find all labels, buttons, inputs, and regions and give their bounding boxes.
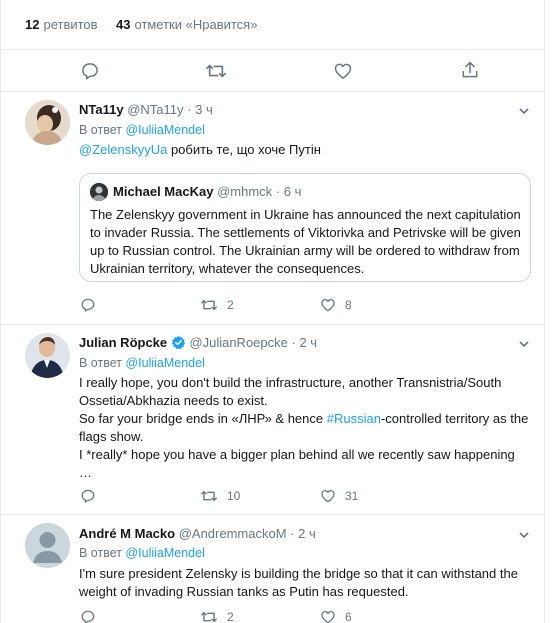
reply-action[interactable] (80, 488, 105, 504)
reply-action[interactable] (80, 297, 105, 313)
mention-link[interactable]: @ZelenskyyUa (79, 142, 167, 157)
retweets-count: 12 (25, 17, 40, 32)
like-action[interactable]: 8 (320, 297, 352, 313)
avatar[interactable] (25, 100, 70, 145)
tweet-header: André M Macko @AndremmackoM · 2 ч (79, 526, 316, 541)
reply-icon[interactable] (80, 61, 100, 81)
reply-tweet[interactable]: Julian Röpcke @JulianRoepcke · 2 ч В отв… (1, 325, 544, 515)
reply-context: В ответ @IuliiaMendel (79, 356, 205, 370)
share-icon[interactable] (460, 60, 480, 80)
tweet-text: @ZelenskyyUa робить те, що хоче Путін (79, 141, 529, 159)
retweet-icon (200, 488, 218, 504)
tweet-text: I'm sure president Zelensky is building … (79, 566, 518, 599)
likes-label: отметки «Нравится» (134, 17, 258, 32)
tweet-line-part: So far your bridge ends in «ЛНР» & hence (79, 411, 327, 426)
conversation-column: 12 ретвитов 43 отметки «Нравится» NTa11y… (0, 0, 545, 623)
like-action[interactable]: 31 (320, 488, 358, 504)
retweet-action[interactable]: 10 (200, 488, 240, 504)
like-icon[interactable] (333, 61, 353, 81)
like-icon (320, 609, 336, 623)
separator: · (187, 102, 192, 117)
reply-to-link[interactable]: @IuliiaMendel (125, 356, 204, 370)
retweets-stat[interactable]: 12 ретвитов (25, 17, 98, 32)
avatar[interactable] (25, 523, 70, 568)
likes-stat[interactable]: 43 отметки «Нравится» (116, 17, 257, 32)
tweet-text-content: робить те, що хоче Путін (167, 142, 321, 157)
display-name[interactable]: Julian Röpcke (79, 335, 167, 350)
avatar[interactable] (25, 333, 70, 378)
like-count: 8 (345, 298, 352, 312)
reply-icon (80, 488, 96, 504)
hashtag-link[interactable]: #Russian (327, 411, 381, 426)
reply-to-link[interactable]: @IuliiaMendel (125, 546, 204, 560)
retweet-icon[interactable] (205, 61, 227, 81)
retweet-count: 2 (227, 610, 234, 623)
quoted-tweet[interactable]: Michael MacKay @mhmck · 6 ч The Zelensky… (79, 173, 531, 282)
main-tweet-actions (1, 50, 544, 92)
quoted-timestamp: 6 ч (283, 184, 302, 199)
like-icon (320, 488, 336, 504)
like-count: 31 (345, 489, 359, 503)
retweet-action[interactable]: 2 (200, 297, 234, 313)
retweet-count: 2 (227, 298, 234, 312)
verified-badge-icon (171, 335, 186, 350)
retweets-label: ретвитов (43, 17, 98, 32)
separator: · (291, 335, 296, 350)
reply-prefix: В ответ (79, 546, 122, 560)
quoted-display-name: Michael MacKay (113, 184, 214, 199)
user-handle[interactable]: @NTa11y (127, 102, 183, 117)
separator: · (275, 184, 281, 199)
retweet-icon (200, 297, 218, 313)
display-name[interactable]: André M Macko (79, 526, 175, 541)
tweet-line: I *really* hope you have a bigger plan b… (79, 447, 515, 480)
reply-tweet[interactable]: NTa11y @NTa11y · 3 ч В ответ @IuliiaMend… (1, 92, 544, 325)
reply-icon (80, 609, 96, 623)
retweet-icon (200, 609, 218, 623)
chevron-down-icon[interactable] (518, 105, 530, 117)
tweet-text: I really hope, you don't build the infra… (79, 374, 529, 482)
reply-action[interactable] (80, 609, 105, 623)
like-count: 6 (345, 610, 352, 623)
quoted-avatar (90, 183, 108, 201)
display-name[interactable]: NTa11y (79, 102, 124, 117)
reply-icon (80, 297, 96, 313)
quoted-handle: @mhmck (217, 184, 273, 199)
likes-count: 43 (116, 17, 131, 32)
tweet-line: So far your bridge ends in «ЛНР» & hence… (79, 410, 529, 446)
user-handle[interactable]: @JulianRoepcke (189, 335, 287, 350)
reply-prefix: В ответ (79, 123, 122, 137)
like-action[interactable]: 6 (320, 609, 352, 623)
reply-to-link[interactable]: @IuliiaMendel (125, 123, 204, 137)
timestamp[interactable]: 3 ч (195, 102, 213, 117)
chevron-down-icon[interactable] (518, 529, 530, 541)
tweet-header: NTa11y @NTa11y · 3 ч (79, 102, 213, 117)
retweet-count: 10 (227, 489, 241, 503)
separator: · (290, 526, 295, 541)
reply-context: В ответ @IuliiaMendel (79, 123, 205, 137)
user-handle[interactable]: @AndremmackoM (179, 526, 287, 541)
quoted-text: The Zelenskyy government in Ukraine has … (90, 207, 521, 276)
chevron-down-icon[interactable] (518, 338, 530, 350)
reply-context: В ответ @IuliiaMendel (79, 546, 205, 560)
quoted-header: Michael MacKay @mhmck · 6 ч (113, 184, 301, 199)
tweet-line: I really hope, you don't build the infra… (79, 375, 502, 408)
retweet-action[interactable]: 2 (200, 609, 234, 623)
reply-tweet[interactable]: André M Macko @AndremmackoM · 2 ч В отве… (1, 515, 544, 623)
tweet-stats: 12 ретвитов 43 отметки «Нравится» (1, 0, 544, 50)
tweet-header: Julian Röpcke @JulianRoepcke · 2 ч (79, 335, 317, 350)
like-icon (320, 297, 336, 313)
timestamp[interactable]: 2 ч (299, 335, 317, 350)
reply-prefix: В ответ (79, 356, 122, 370)
timestamp[interactable]: 2 ч (298, 526, 316, 541)
